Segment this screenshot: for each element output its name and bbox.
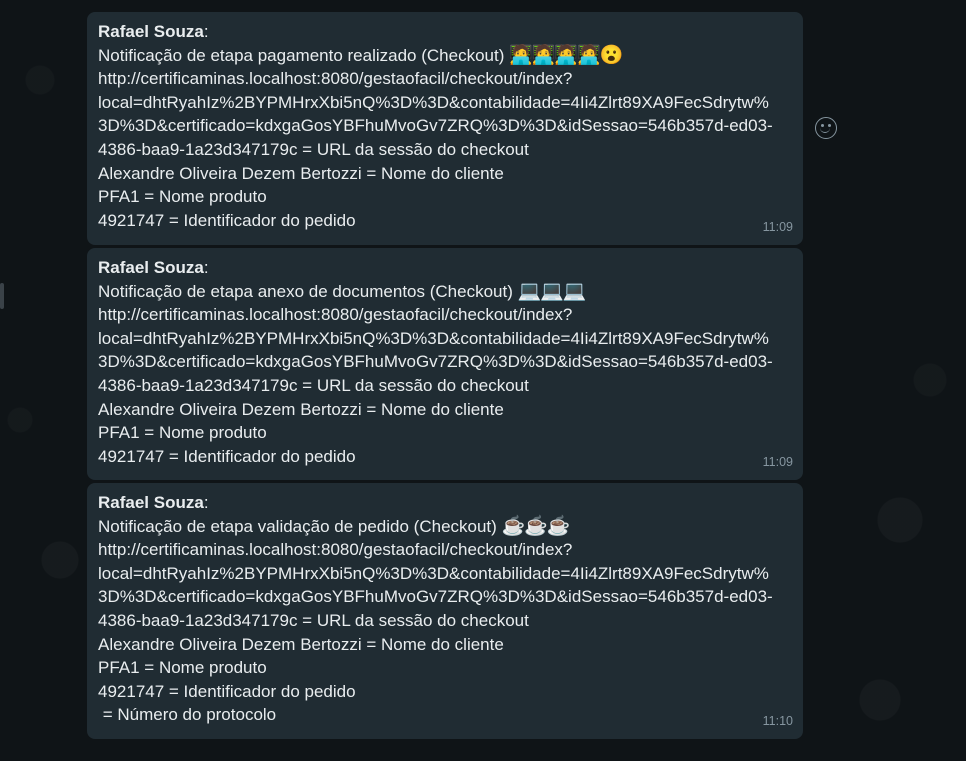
emoji-group: 🧑‍💻🧑‍💻🧑‍💻🧑‍💻😮 <box>509 44 623 66</box>
smiley-icon[interactable] <box>815 117 837 139</box>
message-header: Rafael Souza: <box>98 258 209 277</box>
sender-name: Rafael Souza <box>98 22 204 41</box>
detail-line: PFA1 = Nome produto <box>98 187 267 207</box>
message-time: 11:09 <box>762 455 793 470</box>
message-bubble[interactable]: Rafael Souza: Notificação de etapa pagam… <box>87 12 803 245</box>
url-line[interactable]: 4386-baa9-1a23d347179c = URL da sessão d… <box>98 374 791 398</box>
detail-line: Alexandre Oliveira Dezem Bertozzi = Nome… <box>98 163 504 183</box>
emoji-group: ☕☕☕ <box>501 515 571 537</box>
url-line[interactable]: 4386-baa9-1a23d347179c = URL da sessão d… <box>98 609 791 633</box>
sender-name: Rafael Souza <box>98 258 204 277</box>
message-time: 11:10 <box>762 714 793 729</box>
chat-panel: Rafael Souza: Notificação de etapa pagam… <box>0 0 966 761</box>
url-line[interactable]: http://certificaminas.localhost:8080/ges… <box>98 538 791 562</box>
detail-line: = Número do protocolo <box>98 705 277 725</box>
url-line[interactable]: local=dhtRyahIz%2BYPMHrxXbi5nQ%3D%3D&con… <box>98 327 791 351</box>
message-title: Notificação de etapa pagamento realizado… <box>98 44 623 66</box>
panel-resize-handle[interactable] <box>0 283 4 309</box>
url-line[interactable]: http://certificaminas.localhost:8080/ges… <box>98 67 791 91</box>
message-bubble[interactable]: Rafael Souza: Notificação de etapa anexo… <box>87 248 803 480</box>
detail-line: Alexandre Oliveira Dezem Bertozzi = Nome… <box>98 399 504 419</box>
detail-line: PFA1 = Nome produto <box>98 658 267 678</box>
message-bubble[interactable]: Rafael Souza: Notificação de etapa valid… <box>87 483 803 739</box>
message-title: Notificação de etapa validação de pedido… <box>98 515 571 537</box>
message-time: 11:09 <box>762 220 793 235</box>
message-header: Rafael Souza: <box>98 22 209 41</box>
message-title: Notificação de etapa anexo de documentos… <box>98 280 587 302</box>
url-line[interactable]: 3D%3D&certificado=kdxgaGosYBFhuMvoGv7ZRQ… <box>98 585 791 609</box>
emoji-group: 💻💻💻 <box>517 280 587 302</box>
detail-line: 4921747 = Identificador do pedido <box>98 210 356 230</box>
detail-line: 4921747 = Identificador do pedido <box>98 446 356 466</box>
url-line[interactable]: 3D%3D&certificado=kdxgaGosYBFhuMvoGv7ZRQ… <box>98 114 791 138</box>
detail-line: PFA1 = Nome produto <box>98 423 267 443</box>
smiley-mouth <box>820 127 830 133</box>
detail-line: 4921747 = Identificador do pedido <box>98 681 356 701</box>
url-line[interactable]: 4386-baa9-1a23d347179c = URL da sessão d… <box>98 138 791 162</box>
url-line[interactable]: local=dhtRyahIz%2BYPMHrxXbi5nQ%3D%3D&con… <box>98 562 791 586</box>
sender-name: Rafael Souza <box>98 493 204 512</box>
detail-line: Alexandre Oliveira Dezem Bertozzi = Nome… <box>98 634 504 654</box>
url-line[interactable]: 3D%3D&certificado=kdxgaGosYBFhuMvoGv7ZRQ… <box>98 350 791 374</box>
message-header: Rafael Souza: <box>98 493 209 512</box>
url-line[interactable]: local=dhtRyahIz%2BYPMHrxXbi5nQ%3D%3D&con… <box>98 91 791 115</box>
url-line[interactable]: http://certificaminas.localhost:8080/ges… <box>98 303 791 327</box>
